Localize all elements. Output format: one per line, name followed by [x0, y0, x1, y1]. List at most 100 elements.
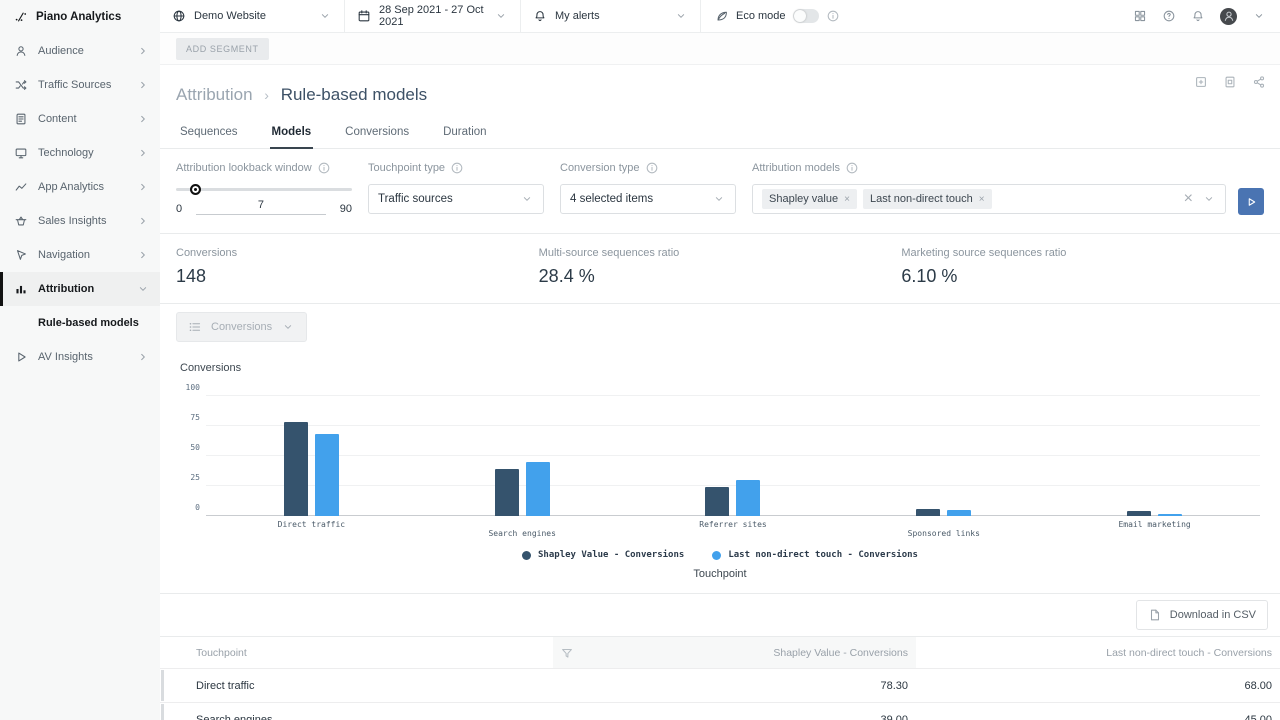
segment-bar: ADD SEGMENT — [160, 33, 1280, 65]
sidebar-item-label: Attribution — [38, 283, 126, 295]
info-icon[interactable] — [317, 161, 331, 175]
chevron-right-icon — [136, 180, 150, 194]
share-icon[interactable] — [1252, 75, 1266, 89]
sidebar-item-sales-insights[interactable]: Sales Insights — [0, 204, 160, 238]
sidebar-item-audience[interactable]: Audience — [0, 34, 160, 68]
bar-chart: 1007550250 — [176, 396, 1264, 516]
x-category-label: Email marketing — [1118, 520, 1190, 529]
lookback-value-input[interactable]: 7 — [196, 199, 326, 215]
breadcrumb-parent[interactable]: Attribution — [176, 85, 253, 104]
kpi-conversions: Conversions148 — [176, 247, 539, 287]
date-range-selector[interactable]: 28 Sep 2021 - 27 Oct 2021 — [345, 0, 521, 32]
clear-all-icon[interactable]: × — [1184, 190, 1193, 208]
model-tag-label: Shapley value — [769, 193, 838, 205]
cell-last-non-direct: 68.00 — [916, 669, 1280, 702]
export-report-icon[interactable] — [1223, 75, 1237, 89]
apply-button[interactable] — [1238, 188, 1264, 215]
tab-models[interactable]: Models — [270, 117, 314, 148]
chevron-down-icon — [136, 282, 150, 296]
info-icon[interactable] — [450, 161, 464, 175]
download-csv-button[interactable]: Download in CSV — [1136, 600, 1268, 630]
metric-picker-value: Conversions — [211, 321, 272, 333]
column-header-shapley[interactable]: Shapley Value - Conversions — [553, 637, 916, 668]
info-icon[interactable] — [645, 161, 659, 175]
chevron-down-icon[interactable] — [1202, 192, 1216, 206]
tab-duration[interactable]: Duration — [441, 117, 488, 148]
notifications-bell-icon[interactable] — [1191, 9, 1205, 23]
conversion-type-select[interactable]: 4 selected items — [560, 184, 736, 214]
chart-bar[interactable] — [495, 469, 519, 516]
sidebar-item-av-insights[interactable]: AV Insights — [0, 340, 160, 374]
sidebar-item-traffic-sources[interactable]: Traffic Sources — [0, 68, 160, 102]
chart-bar[interactable] — [526, 462, 550, 516]
sidebar-item-label: Traffic Sources — [38, 79, 126, 91]
content-icon — [14, 112, 28, 126]
kpi-value: 148 — [176, 266, 539, 287]
remove-tag-icon[interactable]: × — [844, 194, 850, 205]
model-tags: Shapley value×Last non-direct touch× — [762, 189, 992, 209]
column-header-touchpoint[interactable]: Touchpoint — [160, 637, 553, 668]
chart-bar[interactable] — [705, 487, 729, 516]
calendar-icon — [357, 9, 371, 23]
model-tag: Last non-direct touch× — [863, 189, 992, 209]
slider-handle[interactable] — [190, 184, 201, 195]
attribution-models-select[interactable]: Shapley value×Last non-direct touch× × — [752, 184, 1226, 214]
sidebar-item-navigation[interactable]: Navigation — [0, 238, 160, 272]
sidebar-item-attribution[interactable]: Attribution — [0, 272, 160, 306]
sidebar-item-label: Sales Insights — [38, 215, 126, 227]
metric-picker-button[interactable]: Conversions — [176, 312, 307, 342]
chart-bar[interactable] — [315, 434, 339, 516]
info-icon[interactable] — [845, 161, 859, 175]
attribution-icon — [14, 282, 28, 296]
legend-item[interactable]: Last non-direct touch - Conversions — [712, 550, 918, 560]
remove-tag-icon[interactable]: × — [979, 194, 985, 205]
audience-icon — [14, 44, 28, 58]
lookback-filter: Attribution lookback window 0 7 90 — [176, 161, 352, 215]
slider-track[interactable] — [176, 188, 352, 191]
chevron-right-icon — [136, 248, 150, 262]
touchpoint-type-select[interactable]: Traffic sources — [368, 184, 544, 214]
download-bar: Download in CSV — [160, 593, 1280, 637]
chart-y-axis-title: Conversions — [180, 362, 1264, 374]
chevron-down-icon — [520, 192, 534, 206]
save-template-icon[interactable] — [1194, 75, 1208, 89]
x-category-label: Referrer sites — [699, 520, 766, 529]
alerts-selector[interactable]: My alerts — [521, 0, 701, 32]
chart-bar[interactable] — [736, 480, 760, 516]
cell-shapley-value: 78.30 — [553, 669, 916, 702]
site-selector[interactable]: Demo Website — [160, 0, 345, 32]
legend-item[interactable]: Shapley Value - Conversions — [522, 550, 684, 560]
chevron-down-icon[interactable] — [1252, 9, 1266, 23]
chart-bar[interactable] — [284, 422, 308, 516]
sidebar-item-app-analytics[interactable]: App Analytics — [0, 170, 160, 204]
y-tick-label: 25 — [176, 473, 200, 482]
help-icon[interactable] — [1162, 9, 1176, 23]
sidebar-subitem-rule-based-models[interactable]: Rule-based models — [0, 306, 160, 340]
page-content: Attribution › Rule-based models Sequence… — [160, 65, 1280, 720]
column-header-shapley-label: Shapley Value - Conversions — [773, 647, 908, 659]
x-category-label: Direct traffic — [278, 520, 345, 529]
chart-bar[interactable] — [916, 509, 940, 516]
sales-insights-icon — [14, 214, 28, 228]
sidebar-item-content[interactable]: Content — [0, 102, 160, 136]
user-avatar[interactable] — [1220, 8, 1237, 25]
traffic-sources-icon — [14, 78, 28, 92]
eco-mode-toggle[interactable] — [793, 9, 819, 23]
tab-sequences[interactable]: Sequences — [178, 117, 240, 148]
bell-icon — [533, 9, 547, 23]
sidebar: Piano Analytics AudienceTraffic SourcesC… — [0, 0, 160, 720]
chevron-right-icon — [136, 44, 150, 58]
kpi-marketing-source-sequences-ratio: Marketing source sequences ratio6.10 % — [901, 247, 1264, 287]
apps-grid-icon[interactable] — [1133, 9, 1147, 23]
tab-conversions[interactable]: Conversions — [343, 117, 411, 148]
chevron-right-icon — [136, 112, 150, 126]
filter-funnel-icon[interactable] — [560, 646, 574, 660]
info-icon[interactable] — [826, 9, 840, 23]
piano-analytics-logo-icon — [14, 10, 28, 24]
add-segment-button[interactable]: ADD SEGMENT — [176, 38, 269, 60]
lookback-label: Attribution lookback window — [176, 162, 312, 174]
cell-touchpoint: Search engines — [160, 703, 553, 720]
chart-x-axis-title: Touchpoint — [176, 568, 1264, 580]
column-header-last-touch[interactable]: Last non-direct touch - Conversions — [916, 637, 1280, 668]
sidebar-item-technology[interactable]: Technology — [0, 136, 160, 170]
